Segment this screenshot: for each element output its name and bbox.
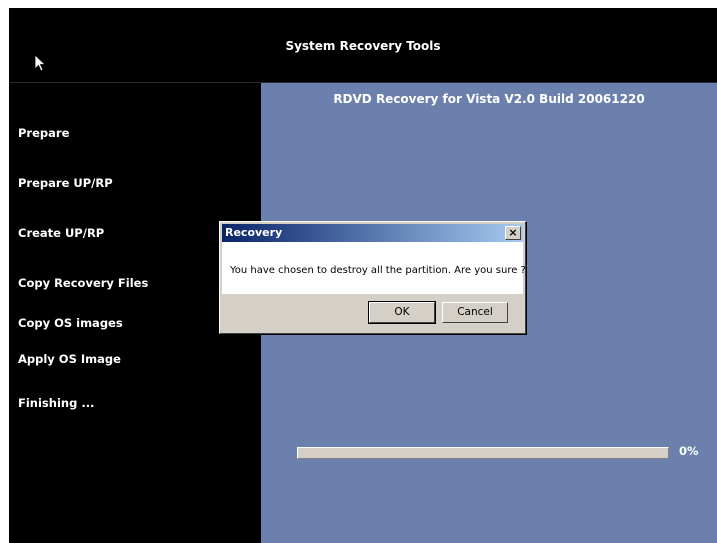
step-prepare-up-rp: Prepare UP/RP [18,176,113,190]
progress-percent: 0% [679,444,699,458]
mouse-pointer-icon [34,54,46,72]
dialog-message: You have chosen to destroy all the parti… [230,265,526,276]
page-title: System Recovery Tools [285,39,441,53]
step-finishing: Finishing ... [18,396,95,410]
dialog-body: You have chosen to destroy all the parti… [222,242,526,294]
dialog-title: Recovery [225,226,283,239]
step-create-up-rp: Create UP/RP [18,226,105,240]
recovery-version-title: RDVD Recovery for Vista V2.0 Build 20061… [333,92,645,106]
step-copy-os-images: Copy OS images [18,316,123,330]
recovery-confirm-dialog: Recovery × You have chosen to destroy al… [219,221,526,334]
header-bar: System Recovery Tools [9,8,717,83]
step-copy-recovery-files: Copy Recovery Files [18,276,149,290]
step-prepare: Prepare [18,126,70,140]
progress-bar [297,447,669,459]
cancel-button[interactable]: Cancel [442,302,508,323]
ok-button[interactable]: OK [368,301,436,324]
dialog-titlebar[interactable]: Recovery × [222,224,523,242]
step-apply-os-image: Apply OS Image [18,352,121,366]
close-icon[interactable]: × [505,226,521,240]
recovery-screen: System Recovery Tools Prepare Prepare UP… [9,8,717,543]
